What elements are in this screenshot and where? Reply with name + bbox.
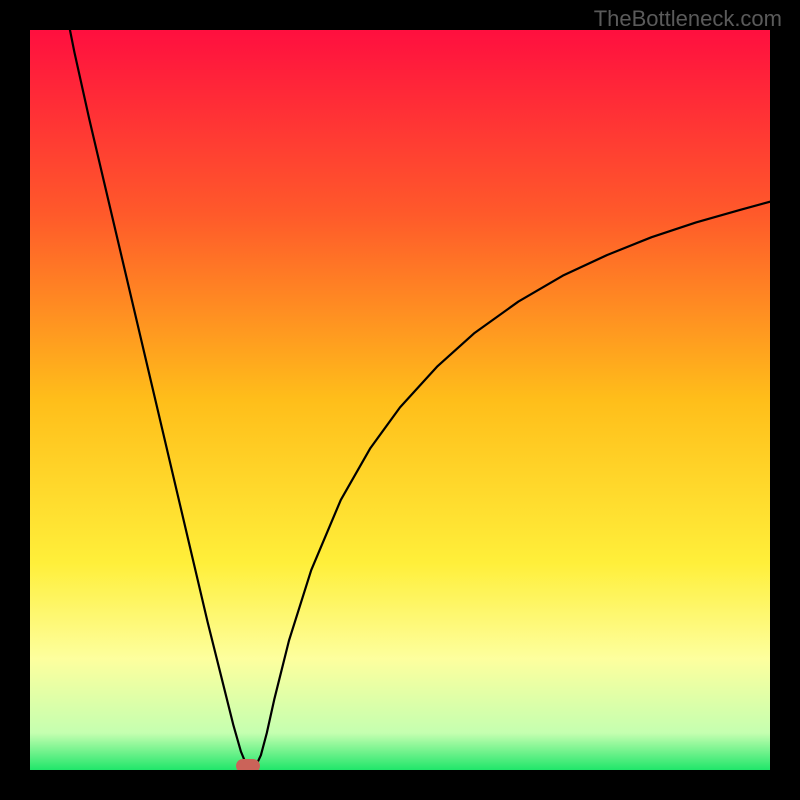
- bottleneck-curve: [30, 30, 770, 770]
- chart-frame: [30, 30, 770, 770]
- optimal-marker: [236, 759, 260, 770]
- watermark-label: TheBottleneck.com: [594, 6, 782, 32]
